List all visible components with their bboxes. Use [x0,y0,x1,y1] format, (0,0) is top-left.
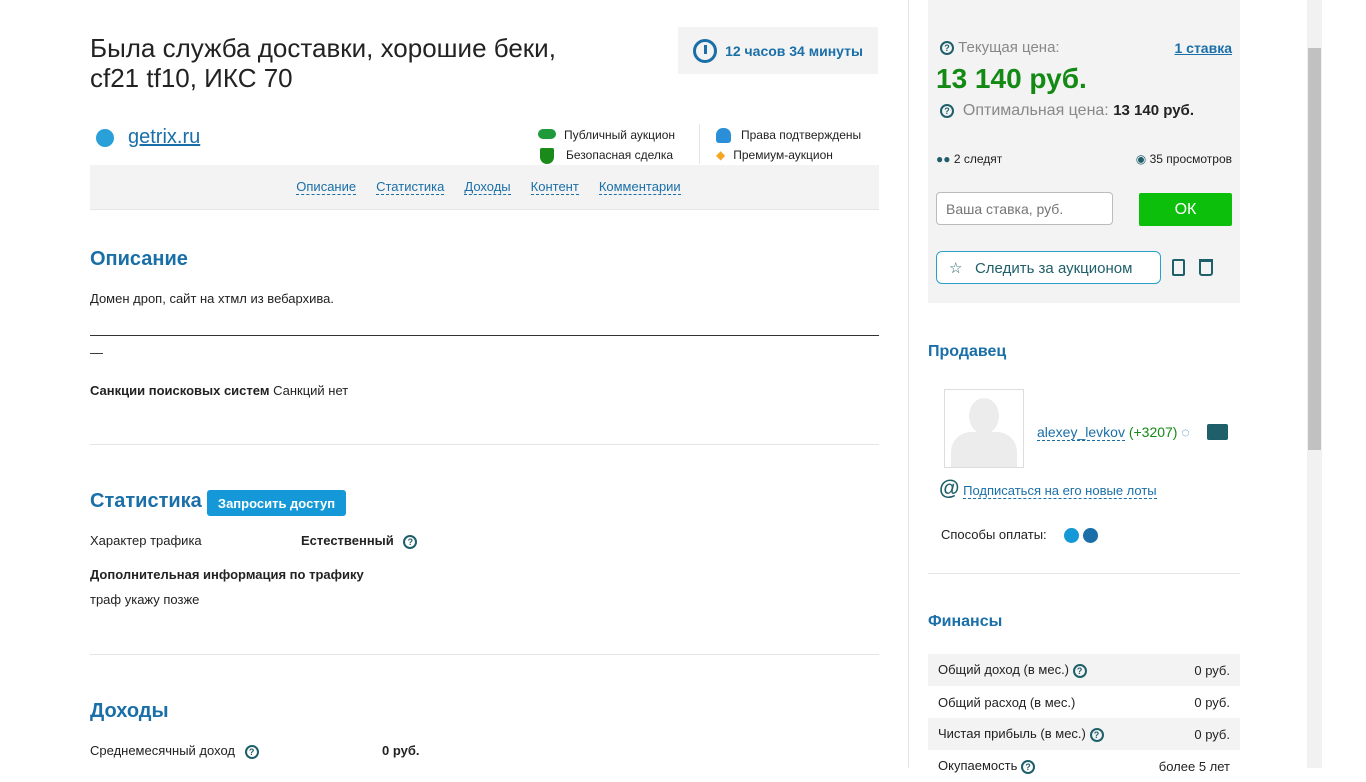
sanctions-label: Санкции поисковых систем [90,383,270,398]
clock-icon [693,38,718,63]
nav-description[interactable]: Описание [296,179,357,195]
traffic-value: Естественный ? [301,533,418,549]
seller-name-link[interactable]: alexey_levkov [1037,424,1125,441]
current-price-label: ? Текущая цена: [940,39,1060,56]
finance-row: Чистая прибыль (в мес.) ? 0 руб. [928,718,1240,750]
finance-row: Общий расход (в мес.) 0 руб. [938,694,1230,710]
traffic-label: Характер трафика [90,533,202,548]
badge-verified: Права подтверждены [741,128,862,142]
bids-link[interactable]: 1 ставка [1174,40,1232,56]
help-icon[interactable]: ? [244,744,259,759]
nav-income[interactable]: Доходы [464,179,511,195]
badge-safe: Безопасная сделка [566,148,674,162]
nav-stats[interactable]: Статистика [376,179,445,195]
badge-public: Публичный аукцион [564,128,676,142]
finance-row: Общий доход (в мес.) ? 0 руб. [928,654,1240,686]
users-icon [538,129,556,139]
current-price: 13 140 руб. [936,63,1087,94]
badge-premium: Премиум-аукцион [733,148,833,162]
clipboard-icon[interactable] [1172,259,1185,276]
lot-title: Была служба доставки, хорошие беки, cf21… [90,33,556,93]
envelope-icon[interactable] [1207,424,1228,440]
diamond-icon: ◆ [716,148,726,162]
timer-text: 12 часов 34 минуты [725,42,863,59]
optimal-price: ? Оптимальная цена: 13 140 руб. [940,102,1194,120]
globe-search-icon [96,129,114,147]
star-icon: ☆ [949,259,963,277]
badges-left: Публичный аукцион Безопасная сделка [538,125,675,165]
subscribe: @ Подписаться на его новые лоты [939,477,1157,501]
extra-info-value: траф укажу позже [90,592,200,607]
description-text: Домен дроп, сайт на хтмл из вебархива. [90,291,334,306]
bid-panel: ? Текущая цена: 1 ставка 13 140 руб. ? О… [928,0,1240,303]
section-nav: Описание Статистика Доходы Контент Комме… [90,165,879,210]
ok-button[interactable]: ОК [1139,193,1232,226]
extra-info-label: Дополнительная информация по трафику [90,567,364,582]
ruble-icon [1064,528,1080,544]
user-icon [716,128,731,144]
nav-content[interactable]: Контент [530,179,579,195]
avg-income-label: Среднемесячный доход ? [90,743,259,759]
payment-methods: Способы оплаты: [941,527,1098,544]
timer: 12 часов 34 минуты [678,27,878,74]
description-heading: Описание [90,248,188,270]
bid-input[interactable] [936,192,1113,225]
sanctions: Санкции поисковых систем Санкций нет [90,383,348,398]
webmoney-icon [1082,528,1098,544]
help-icon[interactable]: ? [1020,759,1035,774]
seller-avatar[interactable] [944,389,1024,468]
stats-heading: Статистика [90,490,202,512]
subscribe-link[interactable]: Подписаться на его новые лоты [963,483,1157,499]
at-icon: @ [939,477,960,500]
comment-icon[interactable]: ◌ [1181,424,1189,440]
income-heading: Доходы [90,700,169,722]
finance-heading: Финансы [928,613,1003,630]
sanctions-value: Санкций нет [273,383,349,398]
help-icon[interactable]: ? [940,41,954,56]
seller-rating: (+3207) [1128,424,1178,440]
scrollbar-thumb[interactable] [1308,48,1321,450]
description-dash: — [90,345,103,360]
help-icon[interactable]: ? [403,534,418,549]
avg-income-value: 0 руб. [382,743,420,758]
badges-right: Права подтверждены ◆ Премиум-аукцион [716,125,861,165]
binoculars-icon: ●● [936,152,951,166]
eye-icon: ◉ [1135,152,1147,166]
scrollbar[interactable] [1307,0,1322,768]
views: ◉ 35 просмотров [1135,152,1232,166]
domain-link[interactable]: getrix.ru [128,126,200,149]
watchers: ●● 2 следят [936,152,1003,166]
seller-heading: Продавец [928,343,1007,360]
title-line: Была служба доставки, хорошие беки, [90,33,556,63]
trash-icon[interactable] [1199,259,1213,276]
nav-comments[interactable]: Комментарии [598,179,681,195]
finance-row: Окупаемость ? более 5 лет [938,758,1230,774]
seller-info: alexey_levkov (+3207) ◌ [1037,424,1190,441]
help-icon[interactable]: ? [940,103,954,118]
help-icon[interactable]: ? [1089,727,1104,742]
title-line: cf21 tf10, ИКС 70 [90,63,293,93]
shield-icon [540,147,554,164]
help-icon[interactable]: ? [1072,663,1087,678]
request-access-button[interactable]: Запросить доступ [207,490,346,516]
watch-auction-button[interactable]: ☆ Следить за аукционом [936,251,1161,284]
